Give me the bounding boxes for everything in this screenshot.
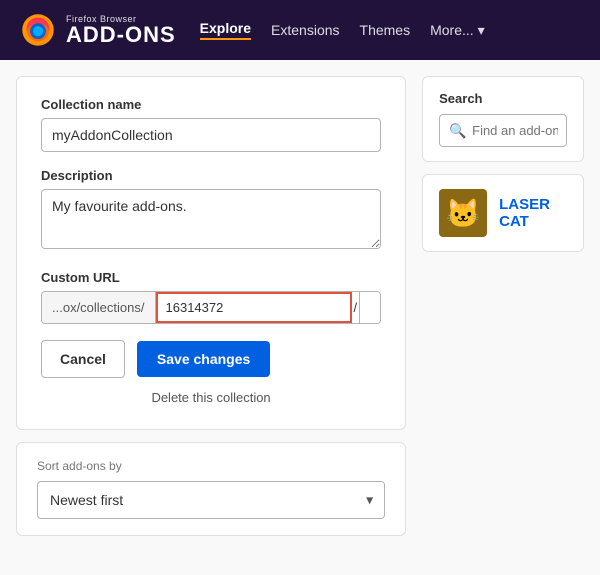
addon-thumbnail: 🐱 — [439, 189, 487, 237]
sort-card: Sort add-ons by Newest first Oldest firs… — [16, 442, 406, 536]
nav-more-label: More... — [430, 22, 474, 38]
description-textarea[interactable] — [41, 189, 381, 249]
sort-select-wrapper: Newest first Oldest first Name (A-Z) Nam… — [37, 481, 385, 519]
nav-extensions[interactable]: Extensions — [271, 22, 339, 38]
search-icon: 🔍 — [449, 122, 466, 139]
delete-collection-link[interactable]: Delete this collection — [41, 390, 381, 405]
collection-name-field: Collection name — [41, 97, 381, 152]
url-separator: / — [352, 292, 360, 323]
custom-url-field: Custom URL ...ox/collections/ / — [41, 270, 381, 324]
addon-thumb-icon: 🐱 — [446, 197, 481, 230]
description-label: Description — [41, 168, 381, 183]
url-slug-input[interactable] — [359, 292, 380, 323]
custom-url-label: Custom URL — [41, 270, 381, 285]
main-nav: Explore Extensions Themes More... ▾ — [200, 20, 485, 40]
addon-card: 🐱 LASER CAT — [422, 174, 584, 252]
description-field: Description — [41, 168, 381, 254]
header: Firefox Browser ADD-ONS Explore Extensio… — [0, 0, 600, 60]
url-id-input[interactable] — [156, 292, 352, 323]
right-panel: Search 🔍 🐱 LASER CAT — [422, 76, 584, 536]
brand-title: ADD-ONS — [66, 24, 176, 46]
save-changes-button[interactable]: Save changes — [137, 341, 270, 377]
collection-name-input[interactable] — [41, 118, 381, 152]
nav-more[interactable]: More... ▾ — [430, 22, 485, 39]
sort-label: Sort add-ons by — [37, 459, 385, 473]
main-content: Collection name Description Custom URL .… — [0, 60, 600, 552]
search-card: Search 🔍 — [422, 76, 584, 162]
logo-area: Firefox Browser ADD-ONS — [20, 12, 176, 48]
custom-url-row: ...ox/collections/ / — [41, 291, 381, 324]
brand-text: Firefox Browser ADD-ONS — [66, 15, 176, 46]
form-button-row: Cancel Save changes — [41, 340, 381, 378]
chevron-down-icon: ▾ — [478, 22, 485, 39]
collection-name-label: Collection name — [41, 97, 381, 112]
search-label: Search — [439, 91, 567, 106]
url-prefix: ...ox/collections/ — [42, 292, 156, 323]
collection-form-card: Collection name Description Custom URL .… — [16, 76, 406, 430]
sort-select[interactable]: Newest first Oldest first Name (A-Z) Nam… — [37, 481, 385, 519]
search-input-wrapper: 🔍 — [439, 114, 567, 147]
cancel-button[interactable]: Cancel — [41, 340, 125, 378]
nav-explore[interactable]: Explore — [200, 20, 251, 40]
addon-name[interactable]: LASER CAT — [499, 196, 567, 230]
firefox-logo-icon — [20, 12, 56, 48]
nav-themes[interactable]: Themes — [360, 22, 411, 38]
left-panel: Collection name Description Custom URL .… — [16, 76, 406, 536]
brand-subtitle: Firefox Browser — [66, 15, 176, 24]
